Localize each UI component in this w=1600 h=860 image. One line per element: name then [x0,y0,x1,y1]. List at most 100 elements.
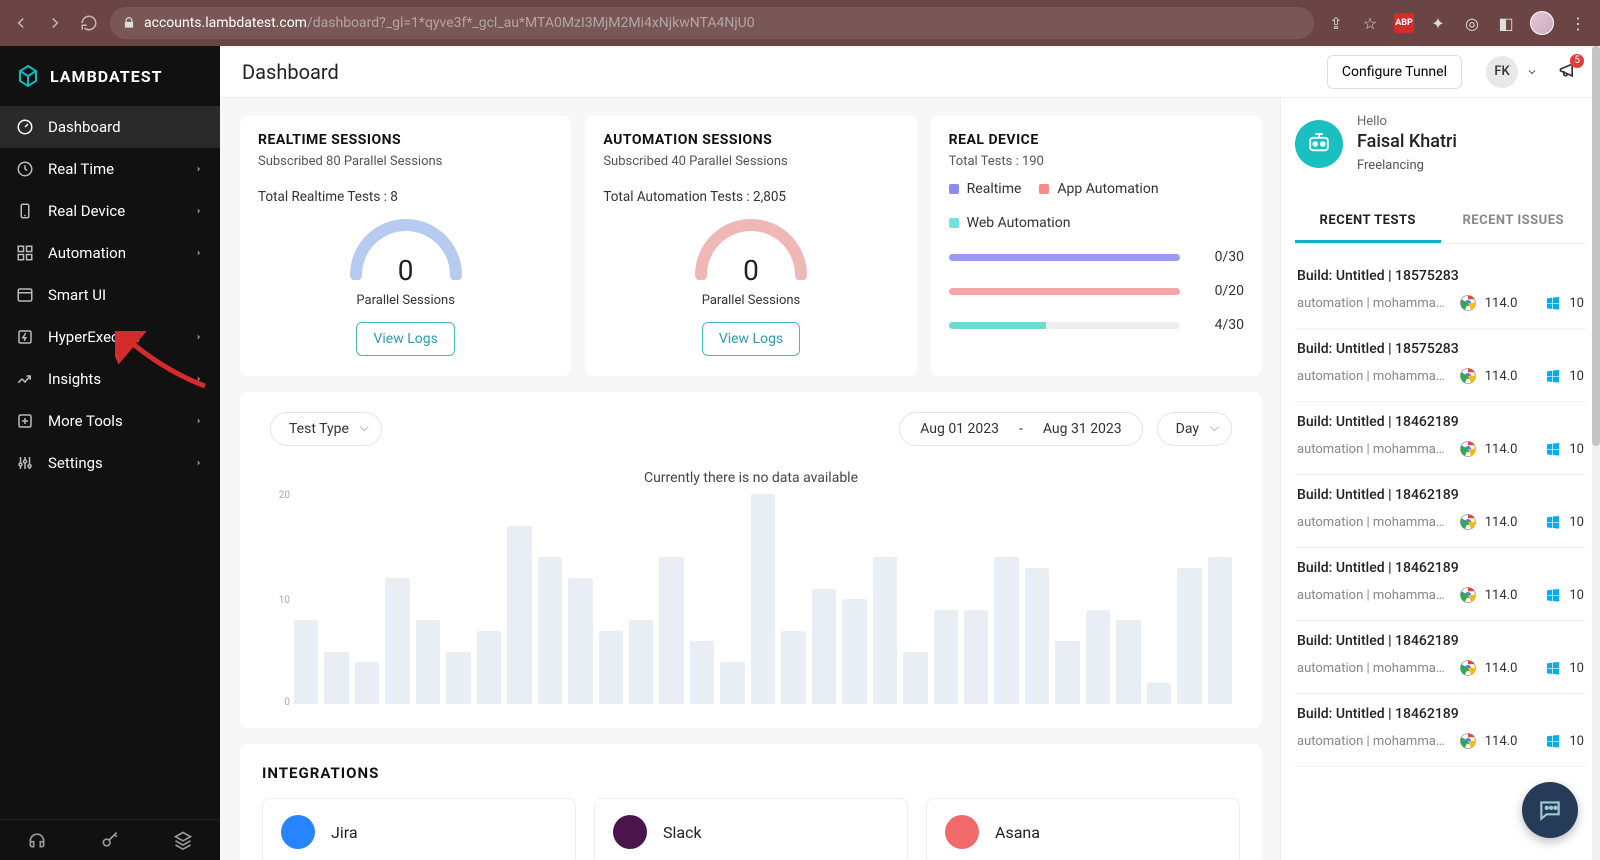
url-bar[interactable]: accounts.lambdatest.com/dashboard?_gl=1*… [110,7,1314,39]
chevron-right-icon [194,248,204,258]
integration-name: Jira [331,823,358,842]
lock-icon [122,16,136,30]
date-from: Aug 01 2023 [920,421,999,437]
chart-card: Test Type Aug 01 2023 - Aug 31 2023 Day … [240,392,1262,728]
key-icon[interactable] [100,830,120,850]
chart-bar [842,599,866,704]
topbar: Dashboard Configure Tunnel FK 5 [220,46,1600,98]
chart-bar [1208,557,1232,704]
device-sub: Total Tests : 190 [949,154,1244,169]
sidebar-item-label: Automation [48,244,126,262]
legend-item: App Automation [1039,181,1158,197]
windows-icon [1545,441,1561,457]
chevron-down-icon [1526,66,1538,78]
chat-icon [1537,797,1563,823]
sidebar-item-smart-ui[interactable]: Smart UI [0,274,220,316]
sidebar-footer [0,819,220,860]
tab-recent-tests[interactable]: RECENT TESTS [1295,203,1441,243]
user-initials: FK [1486,56,1518,88]
automation-sub: Subscribed 40 Parallel Sessions [603,154,898,169]
chart-bar [477,631,501,705]
chrome-icon [1459,440,1477,458]
integration-logo-icon [613,815,647,849]
windows-icon [1545,368,1561,384]
integrations-card: INTEGRATIONS JiraSlackAsana [240,744,1262,860]
clock-icon [16,160,34,178]
realtime-view-logs-button[interactable]: View Logs [356,322,454,356]
tab-recent-issues[interactable]: RECENT ISSUES [1441,203,1587,243]
share-icon[interactable]: ⇪ [1326,13,1346,33]
recent-test-item[interactable]: Build: Untitled | 18462189automation | m… [1295,402,1586,475]
sidebar-item-insights[interactable]: Insights [0,358,220,400]
scrollbar-thumb[interactable] [1592,46,1600,446]
chat-fab-button[interactable] [1522,782,1578,838]
sidebar-item-dashboard[interactable]: Dashboard [0,106,220,148]
content-center: REALTIME SESSIONS Subscribed 80 Parallel… [220,98,1280,860]
real-device-card: REAL DEVICE Total Tests : 190 RealtimeAp… [931,116,1262,376]
automation-title: AUTOMATION SESSIONS [603,132,898,148]
forward-icon[interactable] [46,14,64,32]
headset-icon[interactable] [27,830,47,850]
chart-bar [416,620,440,704]
leaf-icon[interactable]: ◎ [1462,13,1482,33]
right-column: Hello Faisal Khatri Freelancing RECENT T… [1280,98,1600,860]
date-range-picker[interactable]: Aug 01 2023 - Aug 31 2023 [899,412,1142,446]
chart-bar [690,641,714,704]
profile-role: Freelancing [1357,158,1457,173]
sidebar: LAMBDATEST Dashboard Real Time Real Device… [0,46,220,860]
recent-test-item[interactable]: Build: Untitled | 18462189 automation | m… [1295,548,1586,621]
main: Dashboard Configure Tunnel FK 5 REALTIME… [220,46,1600,860]
sidebar-item-label: Real Device [48,202,125,220]
automation-totals: Total Automation Tests : 2,805 [603,189,898,205]
sidebar-item-automation[interactable]: Automation [0,232,220,274]
integration-asana[interactable]: Asana [926,798,1240,860]
recent-test-item[interactable]: Build: Untitled | 18462189automation | m… [1295,475,1586,548]
user-menu[interactable]: FK [1476,56,1538,88]
windows-icon [1545,514,1561,530]
automation-gauge-label: Parallel Sessions [702,293,801,308]
star-icon[interactable]: ☆ [1360,13,1380,33]
layers-icon[interactable] [173,830,193,850]
brand[interactable]: LAMBDATEST [0,46,220,106]
recent-test-item[interactable]: Build: Untitled | 18462189automation | m… [1295,621,1586,694]
recent-test-item[interactable]: Build: Untitled | 18575283automation | m… [1295,256,1586,329]
test-type-dropdown[interactable]: Test Type [270,412,382,446]
test-build-label: Build: Untitled | 18462189 [1297,560,1584,576]
chart-bar [1025,568,1049,705]
recent-test-item[interactable]: Build: Untitled | 18462189automation | m… [1295,694,1586,767]
configure-tunnel-button[interactable]: Configure Tunnel [1327,55,1462,89]
integration-jira[interactable]: Jira [262,798,576,860]
date-to: Aug 31 2023 [1043,421,1122,437]
test-meta: automation | mohammad... [1297,588,1451,603]
sidebar-item-real-device[interactable]: Real Device [0,190,220,232]
chrome-icon [1459,586,1477,604]
sidebar-item-label: Dashboard [48,118,121,136]
test-build-label: Build: Untitled | 18575283 [1297,341,1584,357]
integration-name: Slack [663,823,702,842]
automation-view-logs-button[interactable]: View Logs [702,322,800,356]
sidebar-item-settings[interactable]: Settings [0,442,220,484]
test-meta: automation | mohammad... [1297,296,1451,311]
sidebar-item-hyperexecute[interactable]: HyperExecute [0,316,220,358]
scrollbar[interactable] [1592,46,1600,860]
notifications-button[interactable]: 5 [1558,60,1578,84]
browser-version: 114.0 [1485,442,1518,457]
granularity-dropdown[interactable]: Day [1157,412,1232,446]
device-title: REAL DEVICE [949,132,1244,148]
recent-test-item[interactable]: Build: Untitled | 18575283automation | m… [1295,329,1586,402]
browser-avatar[interactable] [1530,11,1554,35]
sidebar-item-real-time[interactable]: Real Time [0,148,220,190]
kebab-icon[interactable]: ⋮ [1568,13,1588,33]
abp-icon[interactable]: ABP [1394,13,1414,33]
reload-icon[interactable] [80,14,98,32]
chevron-right-icon [194,374,204,384]
sidebar-item-label: More Tools [48,412,123,430]
panel-icon[interactable]: ◧ [1496,13,1516,33]
sidebar-item-more-tools[interactable]: More Tools [0,400,220,442]
bar-fill [949,288,1180,295]
extensions-icon[interactable]: ✦ [1428,13,1448,33]
browser-version: 114.0 [1485,588,1518,603]
back-icon[interactable] [12,14,30,32]
integration-slack[interactable]: Slack [594,798,908,860]
browser-chrome: accounts.lambdatest.com/dashboard?_gl=1*… [0,0,1600,46]
